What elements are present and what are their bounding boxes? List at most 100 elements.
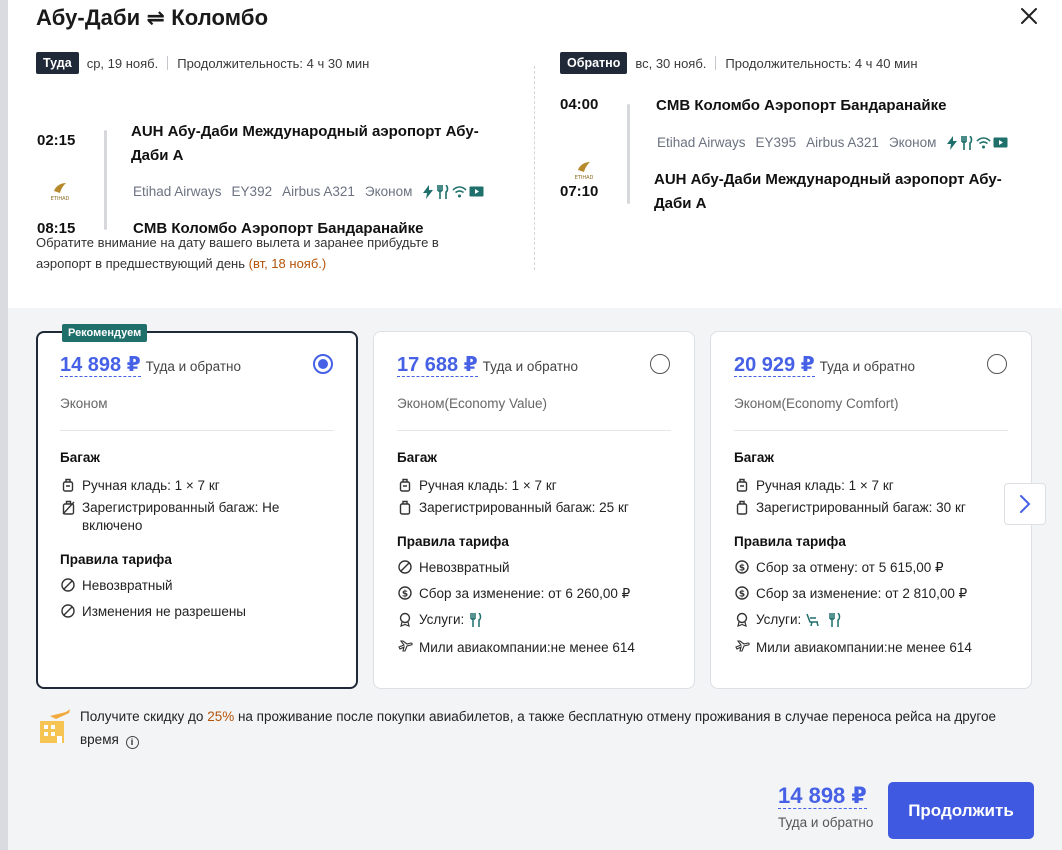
next-fares-button[interactable] — [1004, 483, 1046, 525]
no-baggage-icon — [61, 500, 75, 515]
divider — [715, 56, 717, 70]
checked-bag-row: Зарегистрированный багаж: Не включено — [60, 499, 338, 535]
miles-icon — [397, 640, 413, 652]
carry-on-row: Ручная кладь: 1 × 7 кг — [60, 477, 338, 495]
total-price[interactable]: 14 898 ₽ — [778, 783, 867, 809]
rule-row: $ Сбор за изменение: от 2 810,00 ₽ — [734, 585, 1013, 603]
cabin-class: Эконом — [888, 135, 937, 150]
promo-text: Получите скидку до 25% на проживание пос… — [80, 709, 996, 749]
carry-on-icon — [399, 478, 411, 492]
entertainment-icon — [469, 186, 484, 197]
outbound-date: ср, 19 нояб. — [86, 55, 159, 71]
airline-logo-icon: ETIHAD — [48, 179, 72, 203]
close-button[interactable] — [1014, 2, 1044, 30]
fare-price: 14 898 ₽ — [60, 354, 141, 377]
modal-title: Абу-Даби ⇌ Коломбо — [36, 5, 269, 30]
fare-card-economy[interactable]: Рекомендуем 14 898 ₽ Туда и обратно Экон… — [36, 324, 358, 689]
fare-price: 20 929 ₽ — [734, 354, 815, 377]
timeline-line — [104, 130, 107, 230]
recommended-badge: Рекомендуем — [62, 324, 148, 342]
rule-row: Невозвратный — [60, 577, 338, 595]
miles-row: Мили авиакомпании:не менее 614 — [397, 639, 676, 657]
return-arr-airport: AUH Абу-Даби Международный аэропорт Абу-… — [654, 171, 1002, 212]
rules-title: Правила тарифа — [397, 534, 509, 549]
return-arr-time: 07:10 — [560, 183, 599, 200]
aircraft-type: Airbus A321 — [282, 184, 355, 199]
outbound-dep-time: 02:15 — [37, 132, 76, 149]
fare-price: 17 688 ₽ — [397, 354, 478, 377]
outbound-badge: Туда — [36, 52, 79, 74]
fare-price-note: Туда и обратно — [482, 359, 578, 374]
carry-on-icon — [62, 478, 74, 492]
baggage-icon — [399, 500, 411, 515]
fee-icon: $ — [398, 586, 412, 600]
divider — [167, 56, 169, 70]
departure-note: Обратите внимание на дату вашего вылета … — [36, 235, 439, 271]
svg-text:$: $ — [739, 564, 745, 574]
meal-service-icon — [829, 613, 841, 627]
fare-card-economy-comfort[interactable]: 20 929 ₽ Туда и обратно Эконом(Economy C… — [710, 331, 1032, 689]
promo-percent: 25% — [207, 709, 235, 724]
cabin-class: Эконом — [364, 184, 413, 199]
rule-row: Изменения не разрешены — [60, 603, 338, 621]
outbound-dep-airport: AUH Абу-Даби Международный аэропорт Абу-… — [131, 123, 479, 164]
entertainment-icon — [993, 137, 1008, 148]
rule-row: $ Сбор за изменение: от 6 260,00 ₽ — [397, 585, 676, 603]
fare-card-economy-value[interactable]: 17 688 ₽ Туда и обратно Эконом(Economy V… — [373, 331, 695, 689]
checked-bag-row: Зарегистрированный багаж: 30 кг — [734, 499, 1013, 517]
return-flight-info: Etihad Airways EY395 Airbus A321 Эконом — [657, 135, 1018, 150]
continue-button[interactable]: Продолжить — [888, 782, 1034, 839]
outbound-flight-info: Etihad Airways EY392 Airbus A321 Эконом — [133, 184, 494, 199]
hotel-icon — [36, 707, 72, 745]
amenities — [946, 135, 1008, 150]
airline-name: Etihad Airways — [133, 184, 222, 199]
rule-row: $ Сбор за отмену: от 5 615,00 ₽ — [734, 559, 1013, 577]
svg-text:ETIHAD: ETIHAD — [575, 175, 594, 181]
wifi-icon — [976, 137, 991, 149]
fare-radio[interactable] — [313, 354, 333, 374]
fare-radio[interactable] — [987, 354, 1007, 374]
return-duration: Продолжительность: 4 ч 40 мин — [725, 55, 918, 71]
carry-on-icon — [736, 478, 748, 492]
flight-number: EY395 — [755, 135, 797, 150]
services-row: Услуги: — [734, 611, 1013, 629]
aircraft-type: Airbus A321 — [806, 135, 879, 150]
itinerary-section: Абу-Даби ⇌ Коломбо Туда ср, 19 нояб. Про… — [8, 0, 1062, 308]
legs-divider — [534, 66, 535, 270]
chevron-right-icon — [1020, 495, 1031, 513]
amenities — [422, 184, 484, 199]
rules-title: Правила тарифа — [60, 552, 172, 567]
services-icon — [399, 612, 411, 627]
rules-title: Правила тарифа — [734, 534, 846, 549]
forbidden-icon — [61, 604, 75, 618]
services-row: Услуги: — [397, 611, 676, 629]
timeline-line — [627, 104, 630, 204]
fare-modal: Абу-Даби ⇌ Коломбо Туда ср, 19 нояб. Про… — [8, 0, 1062, 850]
carry-on-row: Ручная кладь: 1 × 7 кг — [734, 477, 1013, 495]
fare-radio[interactable] — [650, 354, 670, 374]
return-leg: Обратно вс, 30 нояб. Продолжительность: … — [560, 50, 1040, 236]
seat-service-icon — [806, 613, 820, 627]
baggage-title: Багаж — [734, 450, 774, 465]
baggage-title: Багаж — [397, 450, 437, 465]
meal-icon — [961, 135, 973, 150]
fare-cabin: Эконом — [60, 396, 108, 411]
fare-cabin: Эконом(Economy Comfort) — [734, 396, 899, 411]
power-icon — [423, 184, 434, 199]
outbound-leg: Туда ср, 19 нояб. Продолжительность: 4 ч… — [36, 50, 506, 237]
svg-text:$: $ — [402, 590, 408, 600]
services-icon — [736, 612, 748, 627]
meal-service-icon — [470, 613, 482, 627]
miles-icon — [734, 640, 750, 652]
svg-text:$: $ — [739, 590, 745, 600]
meal-icon — [437, 184, 449, 199]
info-icon[interactable]: i — [125, 736, 139, 749]
return-dep-time: 04:00 — [560, 96, 599, 113]
return-dep-airport: CMB Коломбо Аэропорт Бандаранайке — [656, 97, 947, 114]
airline-logo-icon: ETIHAD — [572, 158, 596, 182]
miles-row: Мили авиакомпании:не менее 614 — [734, 639, 1013, 657]
airline-name: Etihad Airways — [657, 135, 746, 150]
flight-number: EY392 — [231, 184, 273, 199]
outbound-duration: Продолжительность: 4 ч 30 мин — [177, 55, 370, 71]
wifi-icon — [452, 186, 467, 198]
